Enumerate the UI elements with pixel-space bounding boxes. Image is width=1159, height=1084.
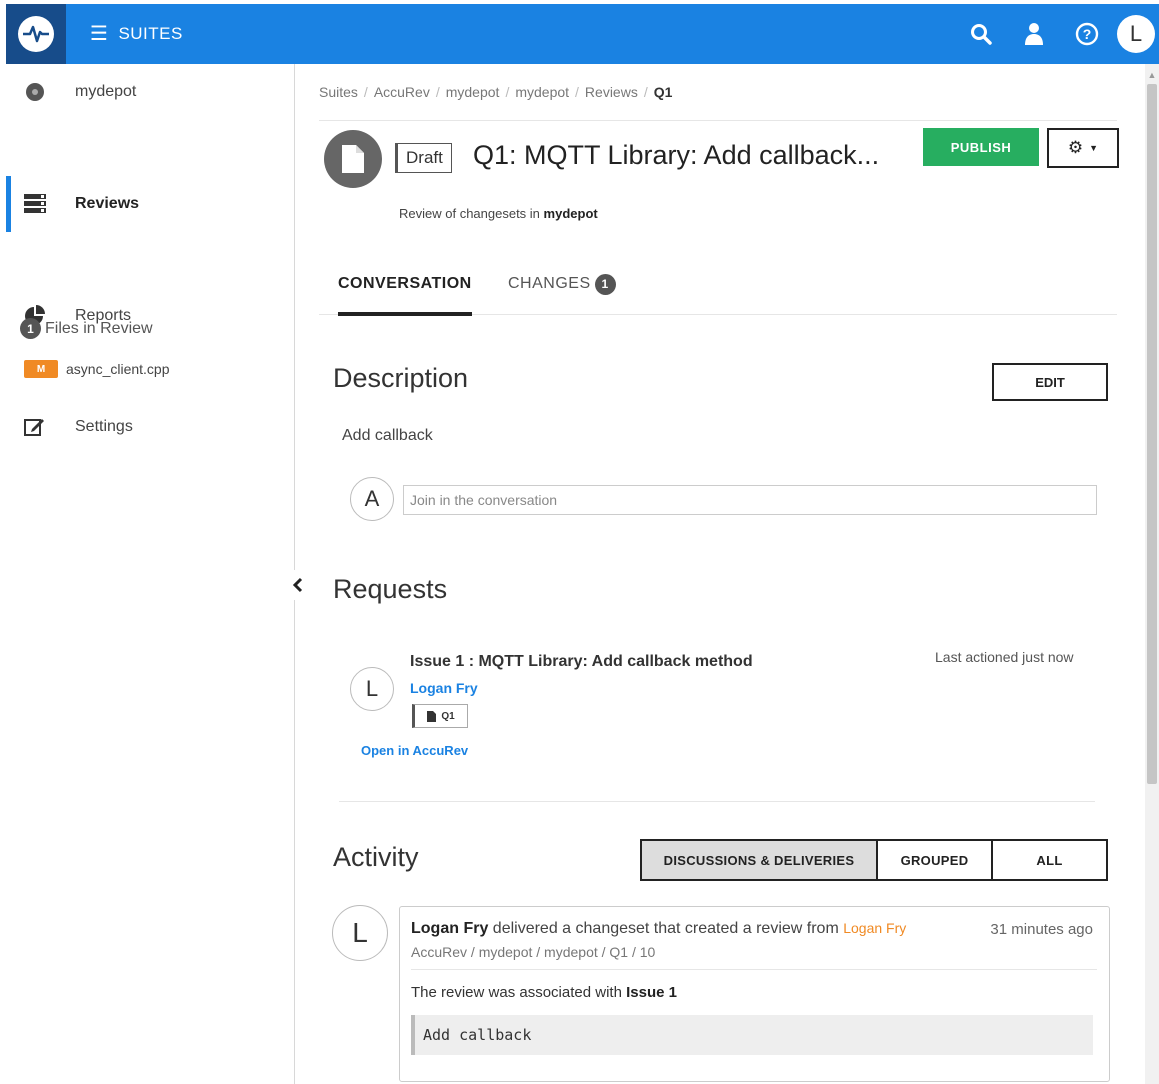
activity-item: Logan Fry delivered a changeset that cre… [399, 906, 1110, 1082]
scrollbar[interactable]: ▲ [1145, 64, 1159, 1084]
changes-count-badge: 1 [594, 273, 616, 295]
breadcrumb-stream[interactable]: mydepot [515, 84, 569, 100]
status-badge: Draft [395, 143, 452, 173]
sidebar-item-label: mydepot [75, 83, 137, 100]
tab-label: CHANGES [508, 275, 591, 292]
file-item[interactable]: M async_client.cpp [24, 360, 170, 378]
tab-label: CONVERSATION [338, 275, 472, 292]
requests-heading: Requests [333, 574, 448, 604]
filter-grouped[interactable]: GROUPED [876, 841, 991, 879]
user-button[interactable] [1007, 4, 1060, 64]
activity-summary: Logan Fry delivered a changeset that cre… [411, 920, 906, 938]
review-subtitle: Review of changesets in mydepot [399, 206, 598, 221]
help-icon: ? [1075, 22, 1098, 46]
filter-all[interactable]: ALL [991, 841, 1106, 879]
avatar: L [350, 667, 394, 711]
description-heading: Description [333, 363, 469, 393]
filter-discussions-deliveries[interactable]: DISCUSSIONS & DELIVERIES [642, 841, 876, 879]
hamburger-icon: ☰ [90, 23, 109, 45]
file-name: async_client.cpp [66, 361, 170, 377]
activity-filter-group: DISCUSSIONS & DELIVERIES GROUPED ALL [640, 839, 1108, 881]
breadcrumb-suites[interactable]: Suites [319, 84, 358, 100]
user-icon [1024, 23, 1043, 45]
subtitle-depot: mydepot [543, 206, 598, 221]
files-in-review-label: Files in Review [45, 319, 153, 337]
activity-heading: Activity [333, 842, 419, 872]
activity-from-link[interactable]: Logan Fry [843, 920, 906, 936]
divider [319, 120, 1117, 121]
breadcrumb-current: Q1 [653, 84, 673, 100]
divider [339, 801, 1095, 802]
chip-label: Q1 [441, 710, 455, 722]
sidebar-item-reviews[interactable]: Reviews [6, 176, 294, 232]
pulse-logo-icon [18, 16, 54, 52]
breadcrumb: Suites / AccuRev / mydepot / mydepot / Reviews / Q… [319, 84, 673, 100]
issue-author-link[interactable]: Logan Fry [410, 680, 478, 696]
edit-button[interactable]: EDIT [992, 363, 1108, 401]
files-count-badge: 1 [20, 318, 41, 339]
scrollbar-thumb[interactable] [1147, 84, 1157, 784]
last-actioned-text: Last actioned just now [935, 649, 1074, 665]
activity-action: delivered a changeset that created a rev… [492, 920, 839, 937]
reviews-icon [23, 192, 47, 216]
top-bar-actions: ? L [954, 4, 1155, 64]
depot-icon [23, 80, 47, 104]
sidebar: mydepot Reviews Reports Settings 1 Files… [6, 64, 295, 1084]
svg-text:?: ? [1082, 26, 1091, 42]
scroll-up-arrow-icon[interactable]: ▲ [1145, 68, 1159, 82]
help-button[interactable]: ? [1060, 4, 1113, 64]
publish-button[interactable]: PUBLISH [923, 128, 1039, 166]
activity-code-block: Add callback [411, 1015, 1093, 1055]
main-content: Suites / AccuRev / mydepot / mydepot / Reviews / Q… [295, 64, 1145, 1084]
issue-title[interactable]: Issue 1 : MQTT Library: Add callback met… [410, 653, 753, 671]
sidebar-item-mydepot[interactable]: mydepot [6, 64, 294, 120]
file-icon [427, 710, 437, 722]
tab-conversation[interactable]: CONVERSATION [338, 254, 472, 316]
note-prefix: The review was associated with [411, 984, 622, 1001]
activity-author[interactable]: Logan Fry [411, 920, 488, 937]
tab-changes[interactable]: CHANGES 1 [508, 254, 616, 314]
gear-icon: ⚙ [1067, 138, 1084, 157]
settings-dropdown-button[interactable]: ⚙ ▼ [1047, 128, 1119, 168]
modified-badge: M [24, 360, 58, 378]
review-document-icon [324, 130, 382, 188]
caret-down-icon: ▼ [1089, 143, 1099, 153]
breadcrumb-depot[interactable]: mydepot [446, 84, 500, 100]
review-tabs: CONVERSATION CHANGES 1 [319, 254, 1117, 316]
top-bar: ☰ SUITES ? L [6, 4, 1159, 64]
breadcrumb-accurev[interactable]: AccuRev [374, 84, 430, 100]
avatar: L [332, 905, 388, 961]
subtitle-prefix: Review of changesets in [399, 206, 540, 221]
edit-icon [23, 415, 47, 439]
comment-input[interactable] [403, 485, 1097, 515]
sidebar-item-label: Settings [75, 418, 133, 435]
search-icon [970, 24, 992, 45]
sidebar-item-label: Reviews [75, 195, 140, 212]
review-chip[interactable]: Q1 [412, 704, 468, 728]
account-avatar[interactable]: L [1117, 15, 1155, 53]
open-in-accurev-link[interactable]: Open in AccuRev [361, 743, 468, 758]
note-target: Issue 1 [626, 984, 677, 1001]
activity-path[interactable]: AccuRev / mydepot / mydepot / Q1 / 10 [411, 944, 655, 960]
breadcrumb-reviews[interactable]: Reviews [585, 84, 638, 100]
avatar: A [350, 477, 394, 521]
description-text: Add callback [342, 427, 433, 444]
activity-timestamp: 31 minutes ago [990, 921, 1093, 938]
activity-note: The review was associated with Issue 1 [411, 984, 677, 1001]
suites-menu-button[interactable]: ☰ SUITES [90, 24, 183, 44]
app-logo[interactable] [6, 4, 66, 64]
files-in-review-heading: 1 Files in Review [20, 318, 153, 339]
suites-label: SUITES [118, 24, 183, 43]
search-button[interactable] [954, 4, 1007, 64]
sidebar-item-settings[interactable]: Settings [6, 399, 294, 455]
page-title: Q1: MQTT Library: Add callback... [473, 140, 880, 170]
divider [411, 969, 1097, 970]
